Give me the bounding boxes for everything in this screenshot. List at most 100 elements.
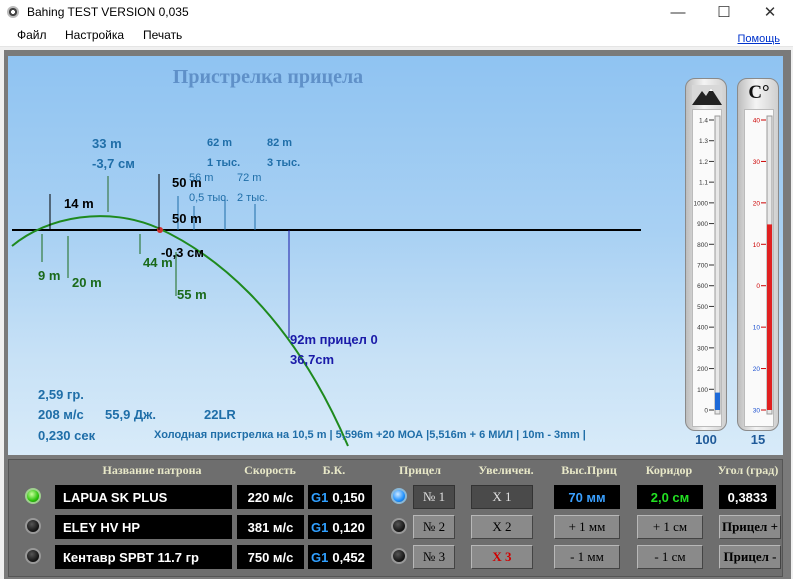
pressure-tick-label: 0 (704, 408, 708, 415)
label-50m: 50 m (172, 211, 202, 226)
height-minus-button[interactable]: - 1 мм (554, 545, 620, 569)
scope-3-button[interactable]: № 3 (413, 545, 455, 569)
row-3-select-led[interactable] (25, 548, 41, 564)
pressure-tick-label: 1000 (694, 200, 709, 207)
pressure-tick-label: 1.1 (699, 180, 708, 187)
pressure-tube (714, 115, 721, 415)
row-3-bc-value: 0,452 (332, 549, 365, 565)
zeroing-panel: Пристрелка прицела 33 m -3,7 см 14 m 50 … (8, 56, 783, 455)
g1-tag: G1 (311, 519, 329, 535)
row-2-speed[interactable]: 381 м/с (237, 515, 304, 539)
zoom-x3-button[interactable]: Х 3 (471, 545, 533, 569)
row-2-name[interactable]: ELEY HV HP (55, 515, 232, 539)
temperature-scale: 40 30 20 10 0 10 20 30 (753, 115, 773, 415)
label-82m: 82 m (267, 137, 292, 149)
pressure-tick-label: 100 (697, 387, 708, 394)
help-link[interactable]: Помощь (738, 33, 781, 45)
label-56m: 56 m (189, 172, 213, 184)
pressure-tick-label: 800 (697, 242, 708, 249)
temperature-tick-label: 30 (753, 408, 761, 415)
label-2-mil: 2 тыс. (237, 192, 268, 204)
label-72m: 72 m (237, 172, 261, 184)
close-button[interactable]: ✕ (747, 0, 793, 24)
window-title: Bahing TEST VERSION 0,035 (27, 5, 189, 19)
pressure-tick-label: 200 (697, 366, 708, 373)
scope-plus-button[interactable]: Прицел + (719, 515, 781, 539)
title-bar: Bahing TEST VERSION 0,035 — ☐ ✕ (0, 0, 793, 24)
row-2-scope-led[interactable] (391, 518, 407, 534)
row-1-bc[interactable]: G1 0,150 (308, 485, 372, 509)
pressure-level (715, 392, 720, 410)
row-1-name[interactable]: LAPUA SK PLUS (55, 485, 232, 509)
header-scope: Прицел (399, 463, 441, 477)
label-36-7cm: 36,7cm (290, 352, 334, 367)
row-1-scope-led[interactable] (391, 488, 407, 504)
app-icon (7, 6, 19, 18)
celsius-symbol: C° (748, 82, 770, 103)
header-corridor: Коридор (645, 463, 693, 477)
cold-zero-summary: Холодная пристрелка на 10,5 m | 5,596m +… (154, 429, 586, 441)
temperature-tick-label: 30 (753, 159, 761, 166)
scope-height-value[interactable]: 70 мм (554, 485, 620, 509)
temperature-tick-label: 0 (756, 283, 760, 290)
temperature-gauge: C° 40 30 20 10 0 10 20 30 (737, 78, 779, 431)
header-zoom: Увеличен. (478, 463, 534, 477)
scope-2-button[interactable]: № 2 (413, 515, 455, 539)
maximize-button[interactable]: ☐ (701, 0, 747, 24)
app-window: Bahing TEST VERSION 0,035 — ☐ ✕ Файл Нас… (0, 0, 793, 579)
menu-bar: Файл Настройка Печать Помощь (0, 24, 793, 47)
header-speed: Скорость (244, 463, 296, 477)
label-9m: 9 m (38, 268, 60, 283)
caliber: 22LR (204, 407, 236, 422)
flight-time: 0,230 сек (38, 428, 96, 443)
corridor-plus-button[interactable]: + 1 см (637, 515, 703, 539)
menu-file[interactable]: Файл (17, 28, 47, 42)
row-1-bc-value: 0,150 (332, 489, 365, 505)
corridor-minus-button[interactable]: - 1 см (637, 545, 703, 569)
pressure-tick-label: 500 (697, 304, 708, 311)
header-height: Выс.Приц (561, 463, 617, 477)
row-3-scope-led[interactable] (391, 548, 407, 564)
label-0-5-mil: 0,5 тыс. (189, 192, 229, 204)
label-33m: 33 m (92, 136, 122, 151)
g1-tag: G1 (311, 489, 329, 505)
pressure-tick-label: 1.4 (699, 118, 708, 125)
minimize-button[interactable]: — (655, 0, 701, 24)
pressure-value: 100 (695, 432, 717, 447)
pressure-gauge: 1.4 1.3 1.2 1.1 1000 900 800 700 600 500 400 300 200… (685, 78, 727, 431)
menu-print[interactable]: Печать (143, 28, 182, 42)
header-name: Название патрона (102, 463, 202, 477)
g1-tag: G1 (311, 549, 329, 565)
bullet-speed: 208 м/с (38, 407, 84, 422)
label-55m: 55 m (177, 287, 207, 302)
scope-minus-button[interactable]: Прицел - (719, 545, 781, 569)
row-3-bc[interactable]: G1 0,452 (308, 545, 372, 569)
zoom-x1-button[interactable]: Х 1 (471, 485, 533, 509)
row-3-speed[interactable]: 750 м/с (237, 545, 304, 569)
row-2-bc[interactable]: G1 0,120 (308, 515, 372, 539)
bullet-mass: 2,59 гр. (38, 387, 84, 402)
label-14m: 14 m (64, 196, 94, 211)
angle-value[interactable]: 0,3833 (719, 485, 776, 509)
pressure-tick-label: 900 (697, 221, 708, 228)
label-20m: 20 m (72, 275, 102, 290)
corridor-value[interactable]: 2,0 см (637, 485, 703, 509)
row-2-select-led[interactable] (25, 518, 41, 534)
row-1-select-led[interactable] (25, 488, 41, 504)
temperature-tick-label: 40 (753, 118, 761, 125)
header-bc: Б.К. (322, 463, 346, 477)
scope-1-button[interactable]: № 1 (413, 485, 455, 509)
zoom-x2-button[interactable]: Х 2 (471, 515, 533, 539)
row-1-speed[interactable]: 220 м/с (237, 485, 304, 509)
label-1-mil: 1 тыс. (207, 157, 240, 169)
height-plus-button[interactable]: + 1 мм (554, 515, 620, 539)
temperature-tick-label: 20 (753, 366, 761, 373)
pressure-tick-label: 600 (697, 283, 708, 290)
pressure-scale: 1.41.31.21.11000900800700600500400300200… (694, 115, 721, 415)
label-92m-scope: 92m прицел 0 (290, 332, 378, 347)
pressure-tick-label: 1.3 (699, 138, 708, 145)
label-62m: 62 m (207, 137, 232, 149)
temperature-tick-label: 20 (753, 200, 761, 207)
menu-settings[interactable]: Настройка (65, 28, 124, 42)
row-3-name[interactable]: Кентавр SPBT 11.7 гр (55, 545, 232, 569)
